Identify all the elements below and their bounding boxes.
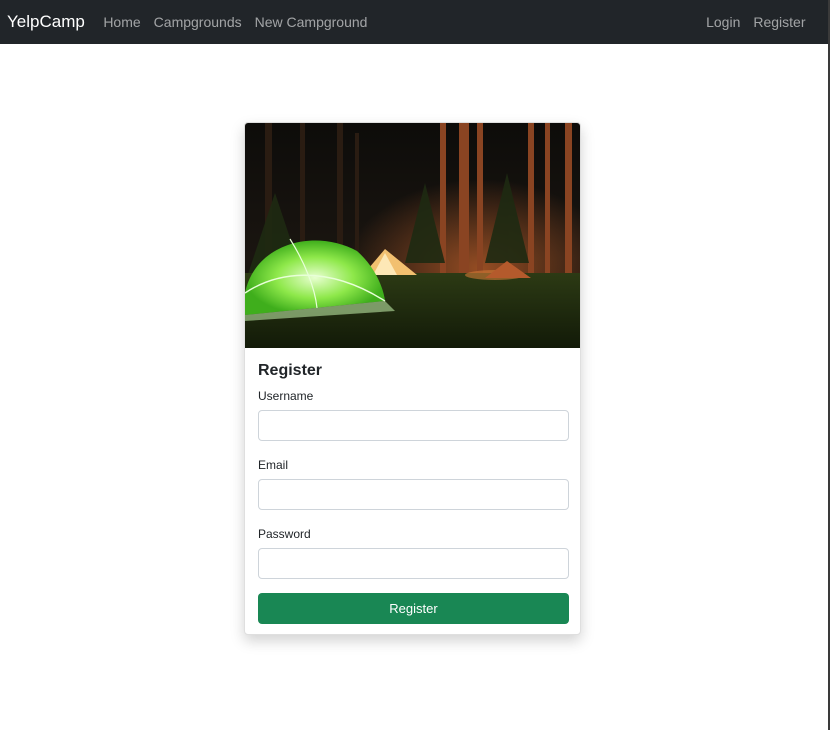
username-group: Username <box>258 389 569 441</box>
brand-link[interactable]: YelpCamp <box>7 12 85 32</box>
nav-links: Home Campgrounds New Campground <box>97 14 374 30</box>
username-input[interactable] <box>258 410 569 441</box>
password-input[interactable] <box>258 548 569 579</box>
username-label: Username <box>258 389 314 403</box>
password-label: Password <box>258 527 311 541</box>
card-body: Register Username Email Password Registe… <box>258 361 569 624</box>
nav-link-register[interactable]: Register <box>747 14 812 30</box>
campsite-image <box>245 123 580 348</box>
email-input[interactable] <box>258 479 569 510</box>
auth-links: Login Register <box>700 14 812 30</box>
nav-link-home[interactable]: Home <box>97 14 147 30</box>
email-label: Email <box>258 458 289 472</box>
password-group: Password <box>258 527 569 579</box>
navbar: YelpCamp Home Campgrounds New Campground… <box>0 0 828 44</box>
card-title: Register <box>258 362 323 379</box>
register-button[interactable]: Register <box>258 593 569 624</box>
email-group: Email <box>258 458 569 510</box>
nav-link-campgrounds[interactable]: Campgrounds <box>147 14 248 30</box>
register-card: Register Username Email Password Registe… <box>244 122 581 635</box>
nav-link-login[interactable]: Login <box>700 14 747 30</box>
nav-link-new-campground[interactable]: New Campground <box>248 14 374 30</box>
